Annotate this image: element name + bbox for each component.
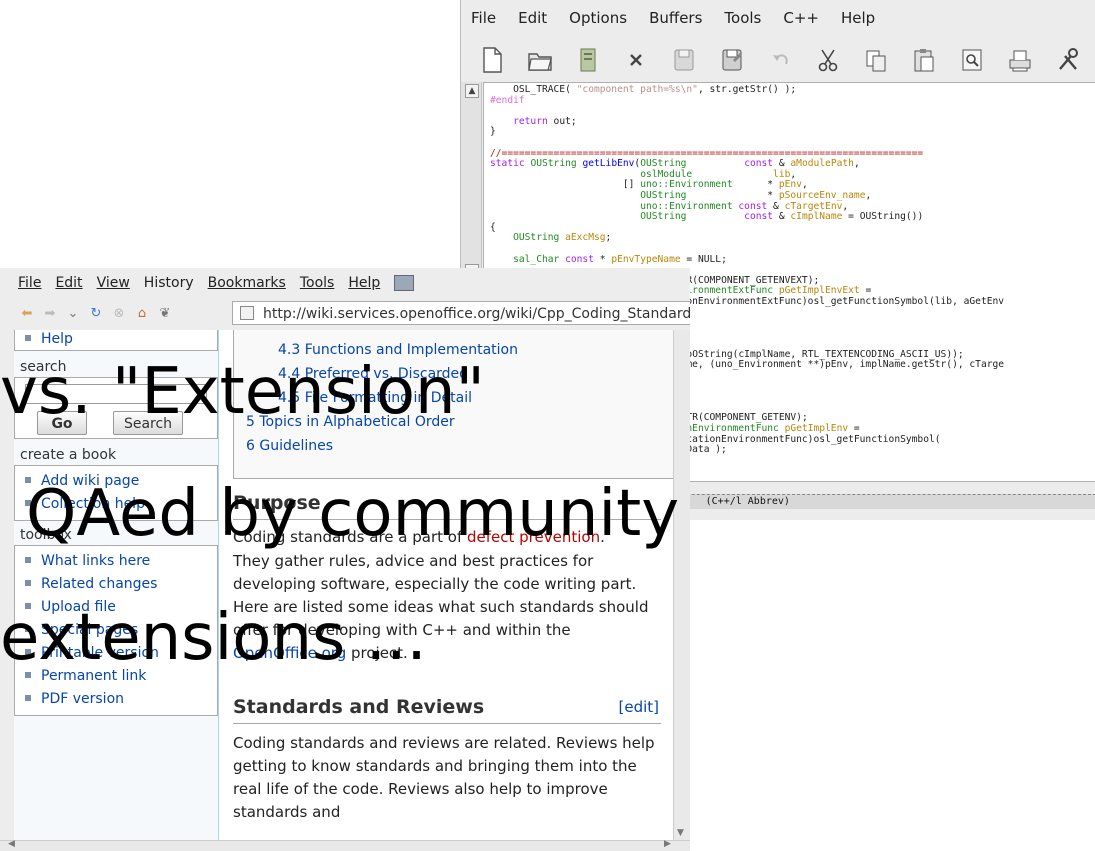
browser-navbar: ⬅ ➡ ⌄ ↻ ⊗ ⌂ ❦ http://wiki.services.openo… [0,298,690,330]
standards-heading: Standards and Reviews [233,696,485,718]
standards-paragraph: Coding standards and reviews are related… [233,734,655,821]
browser-menu-bookmarks[interactable]: Bookmarks [208,275,286,291]
emacs-menu-options[interactable]: Options [569,9,627,27]
browser-menu-edit[interactable]: Edit [55,275,82,291]
scroll-right-icon[interactable]: ▶ [664,839,671,849]
save-file-icon[interactable] [575,46,601,74]
bookmark-icon[interactable]: ❦ [158,307,172,321]
save-as-icon[interactable] [719,46,745,74]
search-icon[interactable] [959,46,985,74]
page-icon [240,306,254,320]
sidebar-item-pdf-version[interactable]: PDF version [21,688,217,711]
save-icon[interactable] [671,46,697,74]
chevron-down-icon[interactable]: ⌄ [66,307,80,321]
new-file-icon[interactable] [479,46,505,74]
caption-line-3: extensions ... [0,601,427,675]
paste-icon[interactable] [911,46,937,74]
navigation-box: Help [14,330,218,351]
preferences-icon[interactable] [1055,46,1081,74]
forward-arrow-icon[interactable]: ➡ [43,307,57,321]
browser-horizontal-scrollbar[interactable]: ◀ ▶ [0,839,690,851]
reload-icon[interactable]: ↻ [89,307,103,321]
emacs-menu-help[interactable]: Help [841,9,875,27]
sidebar-item-help[interactable]: Help [21,330,217,348]
emacs-menu-cpp[interactable]: C++ [783,9,819,27]
copy-icon[interactable] [863,46,889,74]
browser-menu-tools[interactable]: Tools [300,275,335,291]
caption-line-1: vs. "Extension" [0,355,485,429]
open-folder-icon[interactable] [527,46,553,74]
url-bar[interactable]: http://wiki.services.openoffice.org/wiki… [232,301,690,325]
home-icon[interactable]: ⌂ [135,307,149,321]
scroll-up-icon[interactable]: ▲ [465,84,479,98]
edit-link[interactable]: [edit] [618,698,659,716]
caption-line-2: QAed by community [26,477,680,551]
create-book-label: create a book [20,447,117,463]
emacs-menu-buffers[interactable]: Buffers [649,9,702,27]
sidebar-item-what-links-here[interactable]: What links here [21,550,217,573]
browser-vertical-scrollbar[interactable]: ▼ [673,330,690,840]
close-icon[interactable] [623,46,649,74]
back-arrow-icon[interactable]: ⬅ [20,307,34,321]
stop-icon[interactable]: ⊗ [112,307,126,321]
sidebar-item-related-changes[interactable]: Related changes [21,573,217,596]
emacs-menu-edit[interactable]: Edit [518,9,547,27]
scroll-left-icon[interactable]: ◀ [8,839,15,849]
emacs-menu-file[interactable]: File [471,9,496,27]
emacs-toolbar [461,36,1095,84]
toc-item[interactable]: 6 Guidelines [234,434,674,458]
browser-menu-file[interactable]: File [18,275,41,291]
cut-icon[interactable] [815,46,841,74]
emacs-menubar: File Edit Options Buffers Tools C++ Help [461,0,1095,36]
emacs-menu-tools[interactable]: Tools [724,9,761,27]
url-text: http://wiki.services.openoffice.org/wiki… [263,306,690,322]
browser-menu-history[interactable]: History [144,275,194,291]
print-icon[interactable] [1007,46,1033,74]
browser-menu-view[interactable]: View [97,275,130,291]
menubar-extension-icon[interactable] [394,275,415,291]
scroll-down-icon[interactable]: ▼ [677,828,684,838]
browser-menu-help[interactable]: Help [348,275,380,291]
undo-icon[interactable] [767,46,793,74]
browser-menubar: File Edit View History Bookmarks Tools H… [0,268,690,298]
heading-divider [233,723,661,724]
